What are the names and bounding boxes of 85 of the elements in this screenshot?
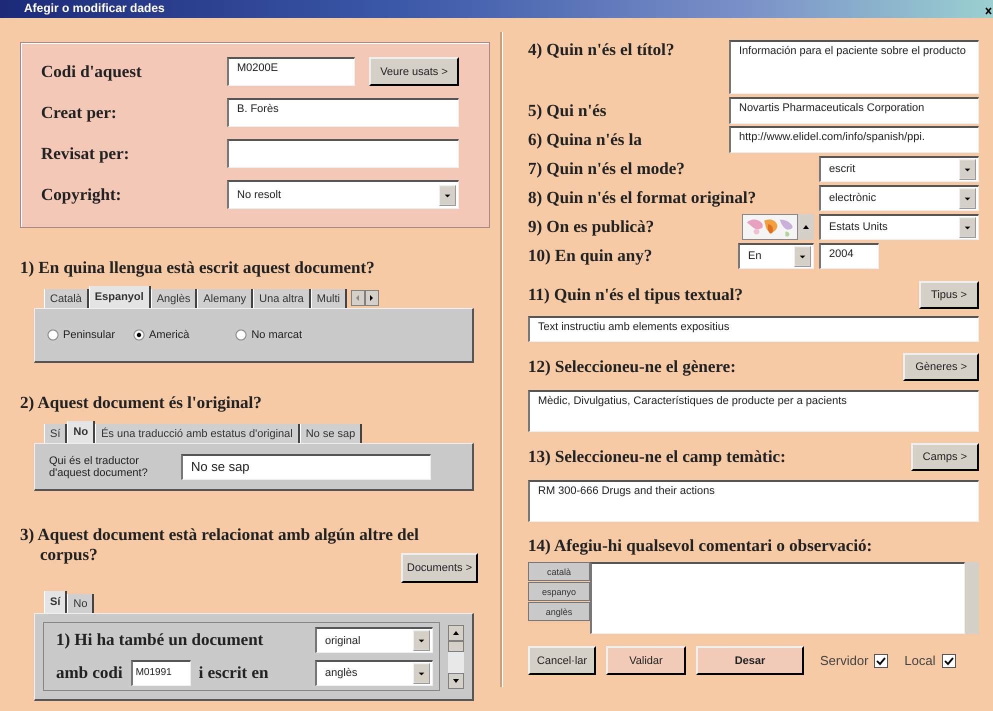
field-label: Copyright: xyxy=(41,184,122,204)
documents-button[interactable]: Documents > xyxy=(400,553,478,583)
text-field[interactable]: M0200E xyxy=(227,57,355,86)
language-dropdown[interactable]: anglès xyxy=(315,660,433,686)
dropdown-arrow-icon[interactable] xyxy=(959,158,976,180)
original-status-tab[interactable]: No se sap xyxy=(300,424,362,443)
dropdown[interactable]: escrit xyxy=(819,156,979,182)
language-tab[interactable]: espanyo xyxy=(528,582,590,601)
radio-button-icon[interactable] xyxy=(47,329,59,341)
title-field[interactable]: Información para el paciente sobre el producto xyxy=(729,40,979,94)
question-label: 5) Qui n'és xyxy=(528,100,606,120)
tab-scroll-arrows-icon[interactable] xyxy=(351,290,380,306)
dropdown-arrow-icon[interactable] xyxy=(413,662,430,684)
action-button[interactable]: Cancel·lar xyxy=(528,646,596,675)
language-tab[interactable]: Anglès xyxy=(150,289,198,308)
dropdown-arrow-icon[interactable] xyxy=(959,216,976,238)
language-tab[interactable]: anglès xyxy=(528,602,590,621)
related-tab[interactable]: Sí xyxy=(44,591,68,613)
year-field[interactable]: 2004 xyxy=(819,242,879,268)
text-field[interactable]: B. Forès xyxy=(227,98,459,127)
code-field[interactable]: M01991 xyxy=(130,660,191,686)
radio-option[interactable]: No marcat xyxy=(235,329,302,341)
country-dropdown[interactable]: Estats Units xyxy=(819,214,979,240)
relation-label: i escrit en xyxy=(198,662,268,683)
action-button[interactable]: Desar xyxy=(696,646,804,675)
view-used-button[interactable]: Veure usats > xyxy=(369,57,459,86)
question-label: 4) Quin n'és el títol? xyxy=(528,40,674,60)
question-label: 6) Quina n'és la xyxy=(528,130,642,150)
question-label: 9) On es publicà? xyxy=(528,216,654,236)
dropdown-arrow-icon[interactable] xyxy=(794,246,811,266)
question-label: 7) Quin n'és el mode? xyxy=(528,158,685,178)
original-status-tab[interactable]: És una traducció amb estatus d'original xyxy=(95,424,300,443)
related-tab[interactable]: No xyxy=(67,594,94,613)
relation-label: amb codi xyxy=(56,662,123,683)
translator-field[interactable]: No se sap xyxy=(181,454,431,480)
dropdown-arrow-icon[interactable] xyxy=(959,188,976,208)
question-label: 10) En quin any? xyxy=(528,246,652,266)
question-label: 8) Quin n'és el format original? xyxy=(528,188,756,208)
language-tab[interactable]: català xyxy=(528,562,590,581)
question-heading: 1) En quina llengua està escrit aquest document? xyxy=(20,258,376,278)
checkbox-label: Servidor xyxy=(820,653,868,668)
choose-button[interactable]: Tipus > xyxy=(919,281,979,309)
radio-option[interactable]: Americà xyxy=(132,329,190,341)
text-area[interactable]: RM 300-666 Drugs and their actions xyxy=(528,480,979,522)
relation-label: 1) Hi ha també un document xyxy=(56,630,264,650)
language-tab[interactable]: Multi xyxy=(310,289,348,308)
copyright-dropdown[interactable]: No resolt xyxy=(227,180,459,209)
field-label: Creat per: xyxy=(41,102,118,122)
text-area[interactable]: Mèdic, Divulgatius, Característiques de producte per a pacients xyxy=(528,390,979,432)
choose-button[interactable]: Gèneres > xyxy=(903,353,979,381)
document-type-dropdown[interactable]: original xyxy=(315,627,433,654)
text-field[interactable]: Text instructiu amb elements expositius xyxy=(528,316,979,342)
action-button[interactable]: Validar xyxy=(606,646,686,675)
original-status-tab[interactable]: No xyxy=(67,421,96,443)
language-tab[interactable]: Una altra xyxy=(253,289,311,308)
original-status-tab[interactable]: Sí xyxy=(44,424,68,443)
field-label: Revisat per: xyxy=(41,144,130,164)
comment-field[interactable] xyxy=(590,562,965,634)
radio-option[interactable]: Peninsular xyxy=(47,329,115,341)
field-label: Codi d'aquest xyxy=(41,62,143,82)
question-label: 12) Seleccioneu-ne el gènere: xyxy=(528,357,736,377)
question-label: 13) Seleccioneu-ne el camp temàtic: xyxy=(528,447,786,467)
window-title: Afegir o modificar dades xyxy=(24,1,165,15)
radio-button-icon[interactable] xyxy=(132,329,145,341)
dropdown-arrow-icon[interactable] xyxy=(439,184,456,206)
question-label: 11) Quin n'és el tipus textual? xyxy=(528,285,743,305)
vertical-scrollbar[interactable] xyxy=(448,624,464,688)
dropdown-arrow-icon[interactable] xyxy=(413,630,430,652)
translator-label: Qui és el traductor d'aquest document? xyxy=(49,454,149,478)
question-heading: 2) Aquest document és l'original? xyxy=(20,393,263,413)
checkbox-label: Local xyxy=(904,653,936,668)
checkbox[interactable] xyxy=(942,654,956,668)
language-tab[interactable]: Alemany xyxy=(197,289,254,308)
language-tab[interactable]: Espanyol xyxy=(88,286,151,308)
language-tab[interactable]: Català xyxy=(44,289,89,308)
text-field[interactable]: http://www.elidel.com/info/spanish/ppi. xyxy=(729,126,979,153)
year-qualifier-dropdown[interactable]: En xyxy=(738,242,814,268)
text-field[interactable] xyxy=(227,139,459,168)
checkbox[interactable] xyxy=(874,654,888,668)
close-icon[interactable] xyxy=(985,6,993,16)
text-field[interactable]: Novartis Pharmaceuticals Corporation xyxy=(729,97,979,124)
dropdown[interactable]: electrònic xyxy=(819,184,979,210)
radio-button-icon[interactable] xyxy=(235,329,248,341)
question-label: 14) Afegiu-hi qualsevol comentari o observació: xyxy=(528,536,874,556)
choose-button[interactable]: Camps > xyxy=(910,443,979,471)
